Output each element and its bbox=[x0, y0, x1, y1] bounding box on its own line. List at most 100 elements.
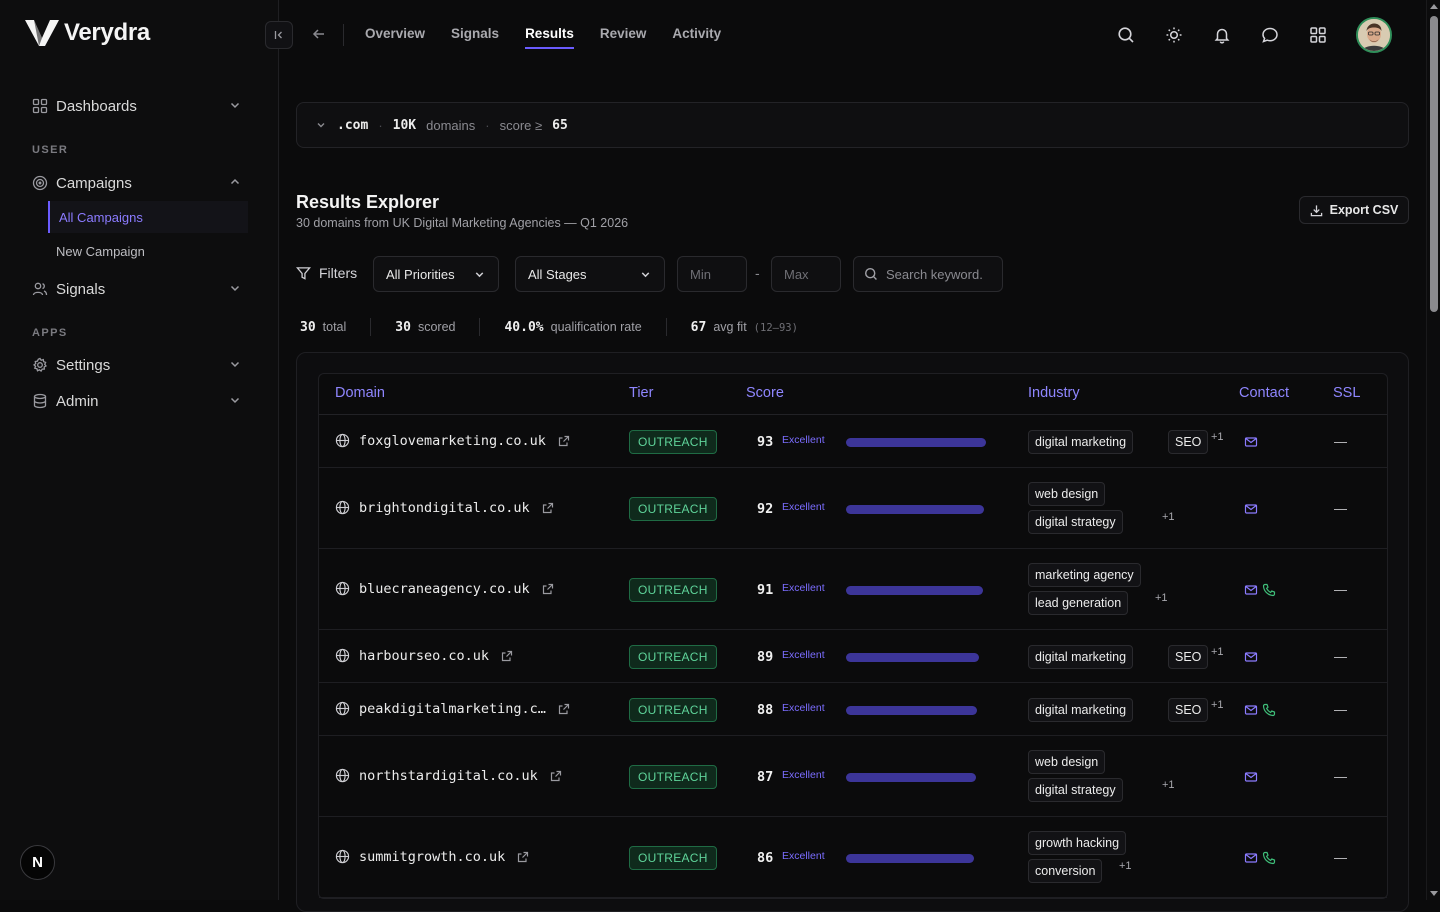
tier-badge: OUTREACH bbox=[629, 429, 717, 454]
external-link-icon[interactable] bbox=[501, 650, 513, 662]
domain-name[interactable]: peakdigitalmarketing.c… bbox=[359, 701, 546, 717]
contact-cell bbox=[1244, 770, 1258, 784]
tier-badge: OUTREACH bbox=[629, 697, 717, 722]
table-row[interactable]: northstardigital.co.uk OUTREACH 87 Excellen… bbox=[319, 736, 1387, 817]
column-header-ssl[interactable]: SSL bbox=[1333, 385, 1360, 401]
ssl-status: — bbox=[1334, 648, 1347, 664]
external-link-icon[interactable] bbox=[558, 703, 570, 715]
domain-name[interactable]: foxglovemarketing.co.uk bbox=[359, 433, 546, 449]
domain-cell: harbourseo.co.uk bbox=[335, 648, 513, 664]
keyword-search-input[interactable]: Search keyword. bbox=[853, 256, 1003, 292]
min-score-input[interactable]: Min bbox=[677, 256, 747, 292]
domain-name[interactable]: harbourseo.co.uk bbox=[359, 648, 489, 664]
chevron-down-icon bbox=[317, 123, 325, 128]
query-score-value: 65 bbox=[552, 117, 568, 133]
export-csv-button[interactable]: Export CSV bbox=[1299, 196, 1409, 224]
scrollbar-thumb[interactable] bbox=[1430, 16, 1438, 312]
table-row[interactable]: summitgrowth.co.uk OUTREACH 86 Excellent gro… bbox=[319, 817, 1387, 898]
more-tags-count[interactable]: +1 bbox=[1211, 646, 1224, 658]
email-icon[interactable] bbox=[1244, 851, 1258, 865]
external-link-icon[interactable] bbox=[550, 770, 562, 782]
phone-icon[interactable] bbox=[1262, 851, 1276, 865]
tier-badge: OUTREACH bbox=[629, 644, 717, 669]
filters-label: Filters bbox=[296, 265, 357, 281]
grid-icon bbox=[32, 98, 48, 114]
workspace-badge[interactable]: N bbox=[20, 845, 55, 880]
more-tags-count[interactable]: +1 bbox=[1119, 860, 1132, 872]
collapse-icon bbox=[274, 31, 282, 39]
score-label: Excellent bbox=[782, 581, 825, 594]
database-icon bbox=[33, 393, 47, 409]
chevron-down-icon bbox=[230, 397, 240, 404]
ssl-status: — bbox=[1334, 500, 1347, 516]
external-link-icon[interactable] bbox=[517, 851, 529, 863]
domain-cell: bluecraneagency.co.uk bbox=[335, 581, 554, 597]
more-tags-count[interactable]: +1 bbox=[1162, 511, 1175, 523]
sidebar-item-admin[interactable]: Admin bbox=[32, 389, 242, 413]
column-header-contact[interactable]: Contact bbox=[1239, 385, 1289, 401]
score-label: Excellent bbox=[782, 849, 825, 862]
sidebar-item-signals[interactable]: Signals bbox=[32, 277, 242, 301]
email-icon[interactable] bbox=[1244, 583, 1258, 597]
query-summary-bar[interactable]: .com · 10K domains · score ≥ 65 bbox=[296, 102, 1409, 148]
external-link-icon[interactable] bbox=[542, 583, 554, 595]
more-tags-count[interactable]: +1 bbox=[1162, 779, 1175, 791]
column-header-score[interactable]: Score bbox=[746, 385, 784, 401]
domain-name[interactable]: summitgrowth.co.uk bbox=[359, 849, 505, 865]
scroll-down-arrow-icon[interactable] bbox=[1430, 891, 1438, 896]
industry-tag: marketing agency bbox=[1028, 563, 1141, 587]
sidebar-item-dashboards[interactable]: Dashboards bbox=[32, 94, 242, 118]
page-scrollbar[interactable] bbox=[1426, 0, 1440, 900]
external-link-icon[interactable] bbox=[542, 502, 554, 514]
more-tags-count[interactable]: +1 bbox=[1211, 431, 1224, 443]
email-icon[interactable] bbox=[1244, 650, 1258, 664]
more-tags-count[interactable]: +1 bbox=[1211, 699, 1224, 711]
email-icon[interactable] bbox=[1244, 502, 1258, 516]
score-bar-fill bbox=[846, 705, 977, 715]
industry-tag: web design bbox=[1028, 482, 1106, 506]
sidebar: Verydra Dashboards USER Campaigns All Ca… bbox=[0, 0, 279, 900]
more-tags-count[interactable]: +1 bbox=[1155, 592, 1168, 604]
sidebar-item-campaigns[interactable]: Campaigns bbox=[32, 171, 242, 195]
tier-badge: OUTREACH bbox=[629, 577, 717, 602]
domain-cell: northstardigital.co.uk bbox=[335, 768, 562, 784]
ssl-status: — bbox=[1334, 849, 1347, 865]
chevron-down-icon bbox=[230, 285, 240, 292]
stage-select[interactable]: All Stages bbox=[515, 256, 665, 292]
external-link-icon[interactable] bbox=[558, 435, 570, 447]
table-row[interactable]: foxglovemarketing.co.uk OUTREACH 93 Excelle… bbox=[319, 415, 1387, 468]
logo[interactable]: Verydra bbox=[24, 18, 150, 48]
globe-icon bbox=[335, 433, 350, 448]
table-row[interactable]: bluecraneagency.co.uk OUTREACH 91 Excellent… bbox=[319, 549, 1387, 630]
scroll-up-arrow-icon[interactable] bbox=[1430, 4, 1438, 9]
email-icon[interactable] bbox=[1244, 770, 1258, 784]
domain-name[interactable]: brightondigital.co.uk bbox=[359, 500, 530, 516]
table-row[interactable]: brightondigital.co.uk OUTREACH 92 Excellent… bbox=[319, 468, 1387, 549]
phone-icon[interactable] bbox=[1262, 703, 1276, 717]
collapse-sidebar-button[interactable] bbox=[265, 21, 293, 49]
sidebar-subitem-all-campaigns[interactable]: All Campaigns bbox=[48, 201, 248, 233]
score-bar bbox=[846, 652, 986, 662]
table-row[interactable]: peakdigitalmarketing.c… OUTREACH 88 Excelle… bbox=[319, 683, 1387, 736]
sidebar-subitem-new-campaign[interactable]: New Campaign bbox=[48, 235, 248, 267]
column-header-tier[interactable]: Tier bbox=[629, 385, 653, 401]
column-header-industry[interactable]: Industry bbox=[1028, 385, 1080, 401]
domain-name[interactable]: bluecraneagency.co.uk bbox=[359, 581, 530, 597]
score-bar bbox=[846, 585, 986, 595]
score-value: 93 bbox=[757, 433, 774, 450]
max-score-input[interactable]: Max bbox=[771, 256, 841, 292]
divider bbox=[370, 318, 372, 336]
domain-name[interactable]: northstardigital.co.uk bbox=[359, 768, 538, 784]
page-subtitle: 30 domains from UK Digital Marketing Age… bbox=[296, 216, 629, 230]
priority-select[interactable]: All Priorities bbox=[373, 256, 499, 292]
stat-scored: 30 scored bbox=[395, 319, 456, 335]
email-icon[interactable] bbox=[1244, 703, 1258, 717]
phone-icon[interactable] bbox=[1262, 583, 1276, 597]
column-header-domain[interactable]: Domain bbox=[335, 385, 385, 401]
table-row[interactable]: harbourseo.co.uk OUTREACH 89 Excellent digit… bbox=[319, 630, 1387, 683]
email-icon[interactable] bbox=[1244, 435, 1258, 449]
export-csv-label: Export CSV bbox=[1329, 203, 1399, 217]
industry-tags: growth hacking conversion +1 bbox=[1028, 817, 1228, 898]
domain-cell: summitgrowth.co.uk bbox=[335, 849, 529, 865]
sidebar-item-settings[interactable]: Settings bbox=[32, 353, 242, 377]
